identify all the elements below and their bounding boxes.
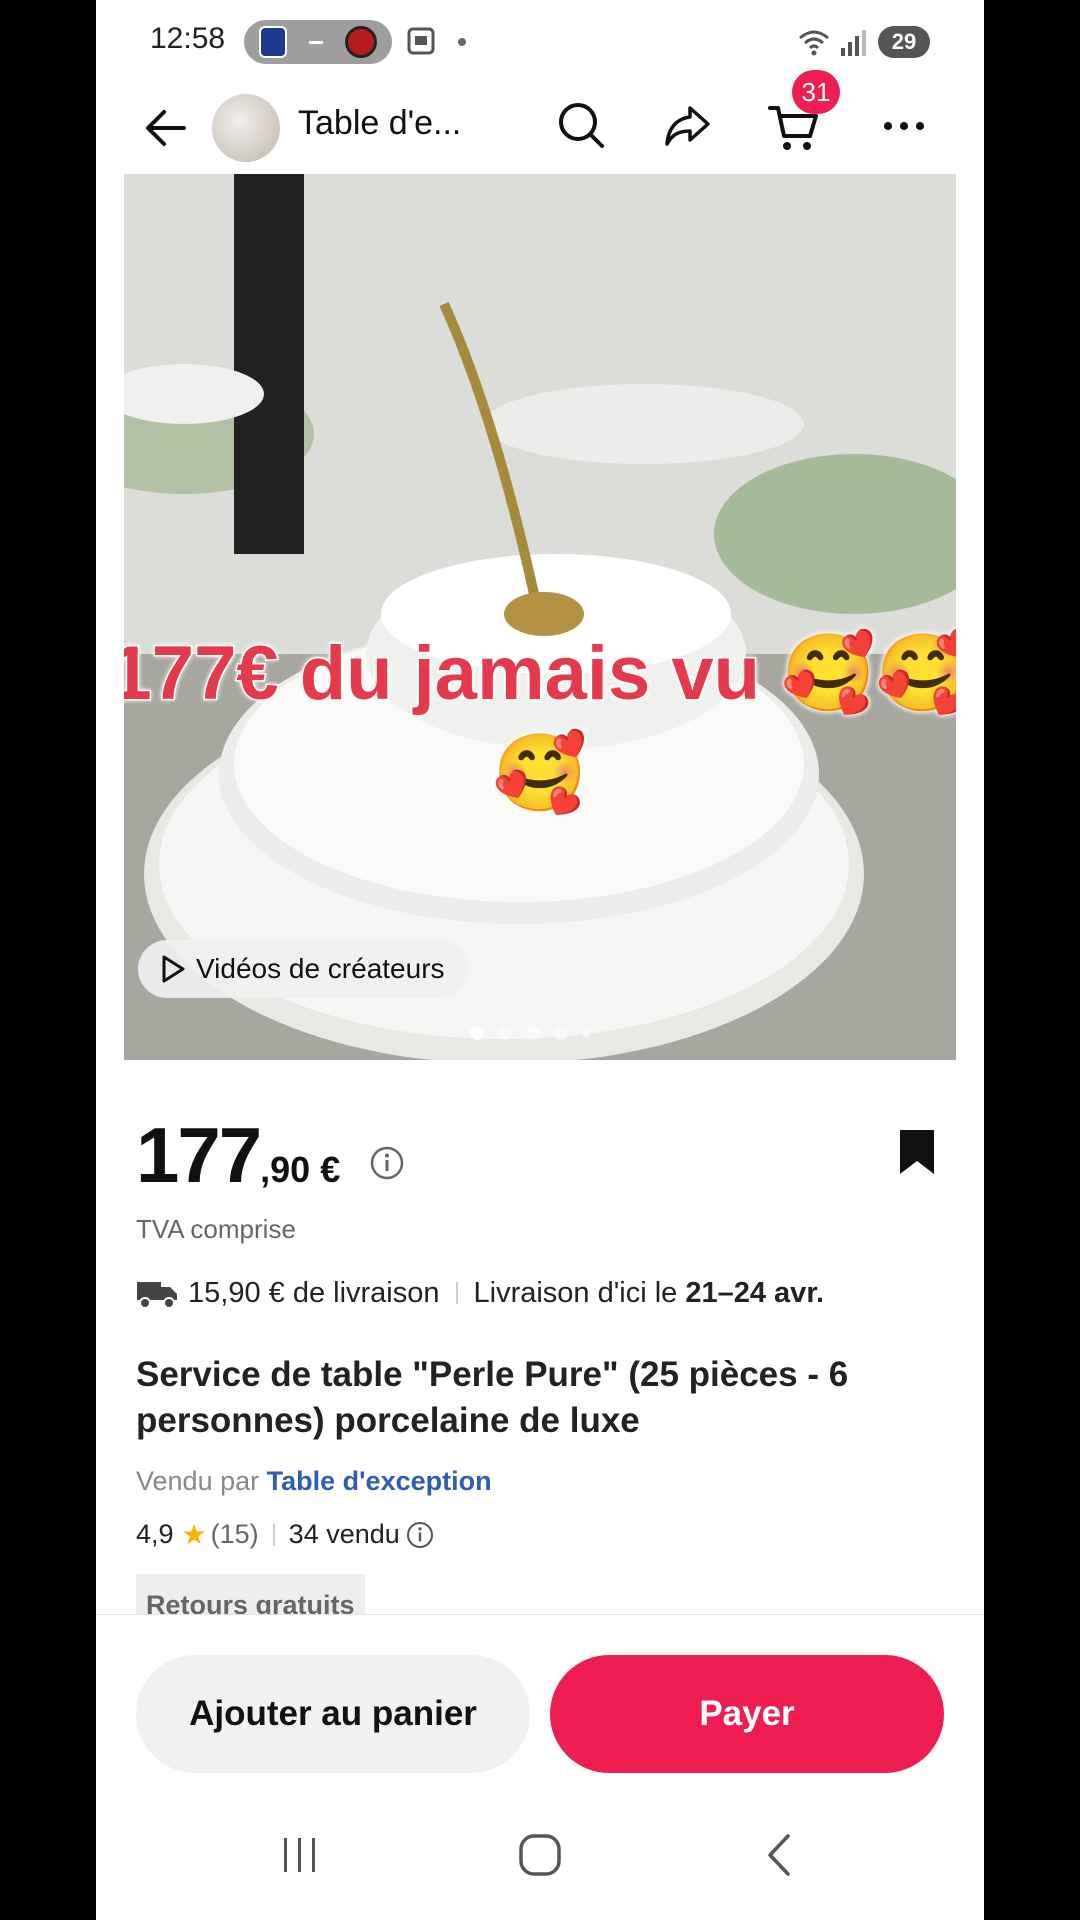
divider xyxy=(272,1523,275,1546)
shipping-cost: 15,90 € de livraison xyxy=(188,1276,440,1309)
wifi-icon xyxy=(799,30,829,56)
search-icon[interactable] xyxy=(552,96,612,156)
home-icon[interactable] xyxy=(516,1832,564,1878)
product-photo xyxy=(124,174,956,1060)
back-arrow-icon[interactable] xyxy=(140,102,192,154)
tax-note: TVA comprise xyxy=(136,1214,296,1244)
product-image-carousel[interactable]: 177€ du jamais vu 🥰🥰🥰 Vidéos de créateur… xyxy=(124,174,956,1060)
truck-icon xyxy=(137,1282,177,1309)
carousel-dot xyxy=(554,1026,568,1040)
carousel-dot xyxy=(498,1026,512,1040)
seller-line: Vendu par Table d'exception xyxy=(136,1466,492,1497)
delivery-dates: 21–24 avr. xyxy=(685,1276,825,1309)
shop-avatar[interactable] xyxy=(212,94,280,162)
seller-link[interactable]: Table d'exception xyxy=(267,1466,492,1496)
delivery-prefix: Livraison d'ici le xyxy=(473,1276,686,1309)
promo-overlay-text: 177€ du jamais vu 🥰🥰🥰 xyxy=(124,630,956,818)
battery-indicator: 29 xyxy=(878,26,930,58)
bookmark-icon[interactable] xyxy=(898,1128,936,1176)
creator-videos-button[interactable]: Vidéos de créateurs xyxy=(138,940,469,998)
creator-videos-label: Vidéos de créateurs xyxy=(196,953,445,984)
product-price: 177,90 € xyxy=(136,1110,340,1201)
notification-dot xyxy=(458,38,466,46)
rating-row[interactable]: 4,9 ★ (15) 34 vendu xyxy=(136,1518,434,1551)
phone-screen: 12:58 29 Table d'e... 31 177€ du jamais … xyxy=(96,0,984,1920)
shop-name[interactable]: Table d'e... xyxy=(298,104,461,143)
notification-pill xyxy=(244,20,392,64)
pay-button[interactable]: Payer xyxy=(550,1655,944,1773)
review-count: (15) xyxy=(210,1519,259,1549)
product-title: Service de table "Perle Pure" (25 pièces… xyxy=(136,1355,849,1440)
divider xyxy=(455,1282,458,1304)
shipping-info[interactable]: 15,90 € de livraison Livraison d'ici le … xyxy=(136,1272,824,1314)
top-nav: Table d'e... 31 xyxy=(96,70,984,184)
bottom-action-bar: Ajouter au panier Payer xyxy=(96,1614,984,1793)
screenshot-icon xyxy=(407,27,435,55)
carousel-dot xyxy=(470,1026,484,1040)
system-back-icon[interactable] xyxy=(756,1832,804,1878)
signal-icon xyxy=(841,30,866,56)
add-to-cart-button[interactable]: Ajouter au panier xyxy=(136,1655,530,1773)
price-decimal: ,90 € xyxy=(260,1149,341,1190)
status-time: 12:58 xyxy=(150,22,226,55)
carousel-indicator xyxy=(470,1026,590,1040)
carousel-dot xyxy=(526,1026,540,1040)
more-icon[interactable] xyxy=(874,96,934,156)
sold-by-label: Vendu par xyxy=(136,1466,267,1496)
club-logo-icon xyxy=(259,26,287,58)
recent-apps-icon[interactable] xyxy=(276,1832,324,1878)
rating-value: 4,9 xyxy=(136,1519,174,1549)
info-icon[interactable] xyxy=(406,1521,434,1549)
star-icon: ★ xyxy=(181,1519,207,1550)
price-integer: 177 xyxy=(136,1111,262,1199)
club-logo-icon xyxy=(345,26,377,58)
sold-count: 34 vendu xyxy=(288,1519,400,1549)
share-icon[interactable] xyxy=(658,96,718,156)
cart-count-badge: 31 xyxy=(792,70,840,114)
carousel-dot xyxy=(582,1029,590,1037)
play-icon xyxy=(162,955,185,983)
status-bar: 12:58 29 xyxy=(96,0,984,84)
free-returns-badge: Retours gratuits xyxy=(136,1574,365,1614)
info-icon[interactable] xyxy=(370,1146,404,1180)
system-nav-bar xyxy=(96,1792,984,1920)
score-separator xyxy=(309,40,323,44)
